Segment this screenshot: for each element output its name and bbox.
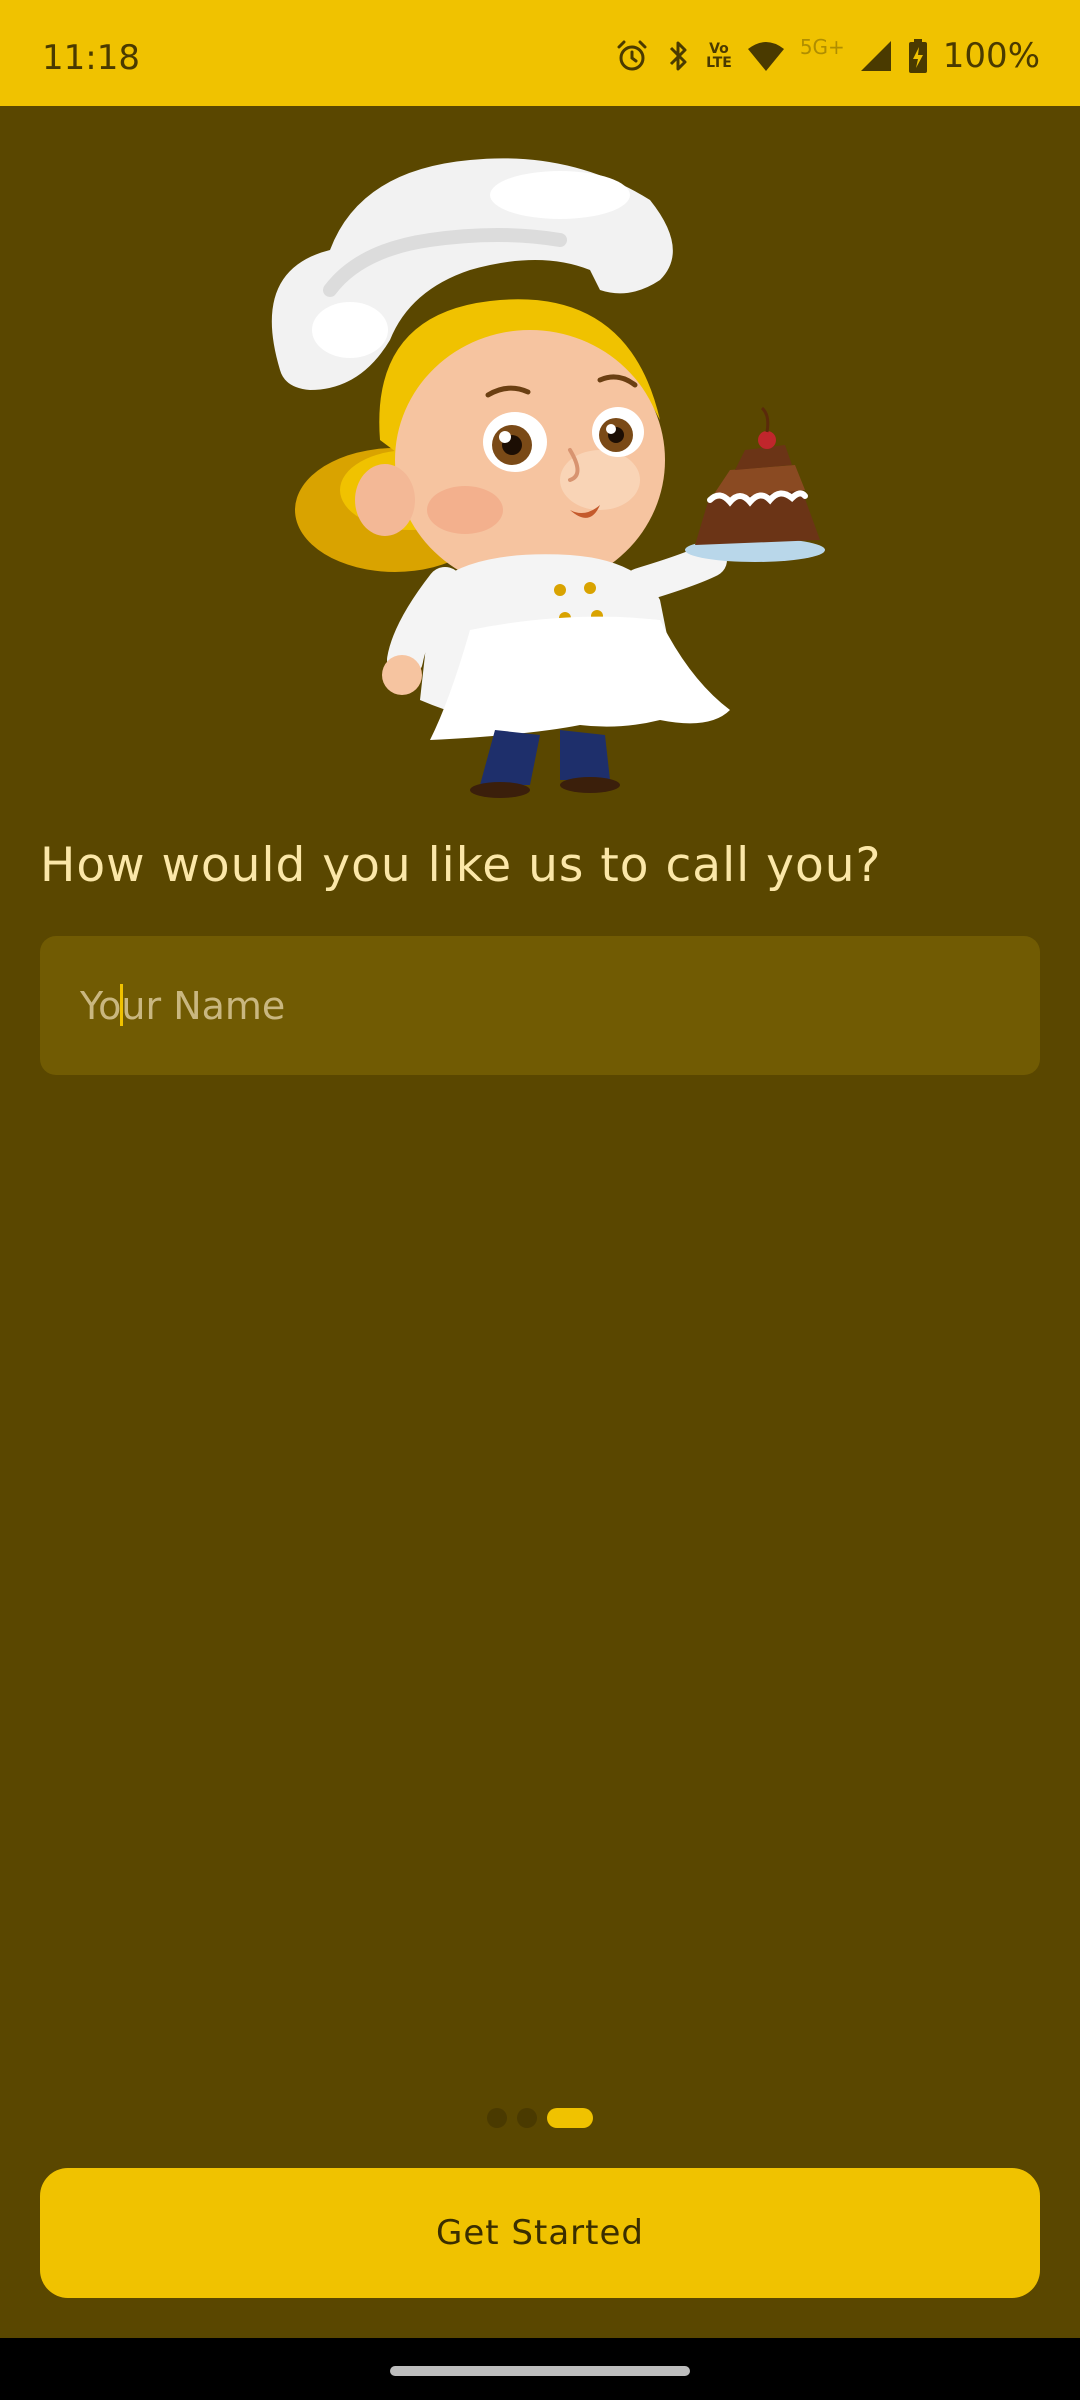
navigation-bar — [0, 2338, 1080, 2400]
status-bar: 11:18 Vo LTE 5G+ 100% — [0, 0, 1080, 106]
name-input[interactable] — [40, 936, 1040, 1075]
battery-percent: 100% — [942, 36, 1040, 76]
page-indicator-dot-2 — [517, 2108, 537, 2128]
signal-icon — [859, 39, 893, 73]
get-started-button[interactable]: Get Started — [40, 2168, 1040, 2298]
status-icons: Vo LTE 5G+ 100% — [614, 35, 1040, 76]
home-gesture-handle[interactable] — [390, 2366, 690, 2376]
volte-icon: Vo LTE — [706, 42, 732, 70]
volte-top-label: Vo — [709, 41, 729, 57]
network-type-label: 5G+ — [799, 35, 845, 59]
alarm-icon — [614, 38, 650, 74]
onboarding-screen: 11:18 Vo LTE 5G+ 100% How would you like… — [0, 0, 1080, 2400]
text-cursor — [120, 984, 123, 1026]
volte-bottom-label: LTE — [706, 55, 732, 71]
page-indicator-dot-1 — [487, 2108, 507, 2128]
page-indicator-dot-3-active — [547, 2108, 593, 2128]
wifi-icon — [746, 39, 786, 73]
status-time: 11:18 — [42, 38, 140, 78]
battery-charging-icon — [907, 38, 929, 74]
page-indicator — [487, 2108, 593, 2128]
name-field-container[interactable] — [40, 936, 1040, 1075]
chef-illustration — [240, 140, 840, 800]
bluetooth-icon — [664, 38, 692, 74]
name-question-heading: How would you like us to call you? — [40, 838, 882, 893]
